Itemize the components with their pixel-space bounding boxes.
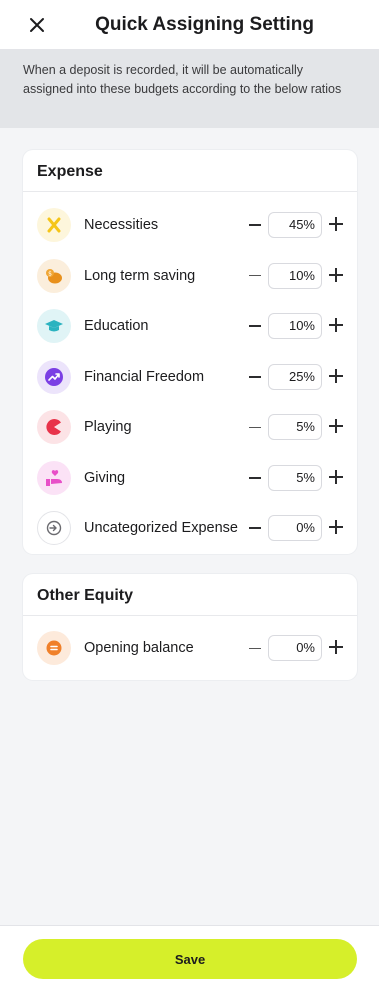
- page-title: Quick Assigning Setting: [95, 14, 314, 35]
- budget-row-education: Education 10%: [23, 301, 357, 352]
- footer-bar: Save: [0, 925, 379, 994]
- svg-text:$: $: [48, 270, 52, 277]
- budget-label: Necessities: [84, 217, 159, 234]
- utensils-icon: [37, 208, 71, 243]
- percent-input[interactable]: 25%: [268, 363, 322, 390]
- piggy-bank-icon: $: [37, 258, 71, 293]
- increase-button[interactable]: [329, 419, 343, 434]
- decrease-button[interactable]: [248, 316, 262, 336]
- save-button[interactable]: Save: [23, 939, 357, 979]
- increase-button[interactable]: [329, 217, 343, 232]
- info-notice: When a deposit is recorded, it will be a…: [0, 50, 379, 128]
- budget-row-uncategorized-expense: Uncategorized Expense 0%: [23, 503, 357, 554]
- budget-label: Education: [84, 318, 149, 335]
- increase-button[interactable]: [329, 520, 343, 535]
- increase-button[interactable]: [329, 267, 343, 282]
- decrease-button[interactable]: [248, 367, 262, 387]
- decrease-button[interactable]: [248, 417, 262, 437]
- other-equity-card: Other Equity Opening balance 0%: [23, 574, 357, 680]
- budget-row-long-term-saving: $ Long term saving 10%: [23, 251, 357, 302]
- budget-row-playing: Playing 5%: [23, 402, 357, 453]
- decrease-button[interactable]: [248, 638, 262, 658]
- graduation-cap-icon: [37, 309, 71, 344]
- increase-button[interactable]: [329, 469, 343, 484]
- budget-label: Opening balance: [84, 640, 194, 657]
- budget-row-necessities: Necessities 45%: [23, 200, 357, 251]
- percent-input[interactable]: 10%: [268, 313, 322, 340]
- budget-label: Playing: [84, 419, 132, 436]
- budget-row-giving: Giving 5%: [23, 453, 357, 504]
- percent-input[interactable]: 0%: [268, 635, 322, 662]
- budget-label: Giving: [84, 469, 126, 486]
- login-circle-icon: [37, 511, 71, 546]
- expense-section-title: Expense: [23, 150, 357, 192]
- decrease-button[interactable]: [248, 215, 262, 235]
- percent-input[interactable]: 5%: [268, 414, 322, 441]
- percent-input[interactable]: 45%: [268, 212, 322, 239]
- equal-coin-icon: [37, 631, 71, 666]
- percent-input[interactable]: 0%: [268, 515, 322, 542]
- increase-button[interactable]: [329, 368, 343, 383]
- decrease-button[interactable]: [248, 266, 262, 286]
- pacman-icon: [37, 410, 71, 445]
- expense-card: Expense Necessities 45% $ Long term savi…: [23, 150, 357, 554]
- decrease-button[interactable]: [248, 468, 262, 488]
- increase-button[interactable]: [329, 640, 343, 655]
- budget-label: Long term saving: [84, 267, 196, 284]
- budget-label: Financial Freedom: [84, 368, 205, 385]
- increase-button[interactable]: [329, 318, 343, 333]
- percent-input[interactable]: 5%: [268, 464, 322, 491]
- percent-input[interactable]: 10%: [268, 262, 322, 289]
- trend-up-icon: [37, 359, 71, 394]
- other-equity-section-title: Other Equity: [23, 574, 357, 616]
- budget-row-financial-freedom: Financial Freedom 25%: [23, 352, 357, 403]
- top-bar: Quick Assigning Setting: [0, 0, 379, 50]
- heart-hand-icon: [37, 460, 71, 495]
- decrease-button[interactable]: [248, 518, 262, 538]
- budget-row-opening-balance: Opening balance 0%: [23, 623, 357, 674]
- budget-label: Uncategorized Expense: [84, 520, 238, 537]
